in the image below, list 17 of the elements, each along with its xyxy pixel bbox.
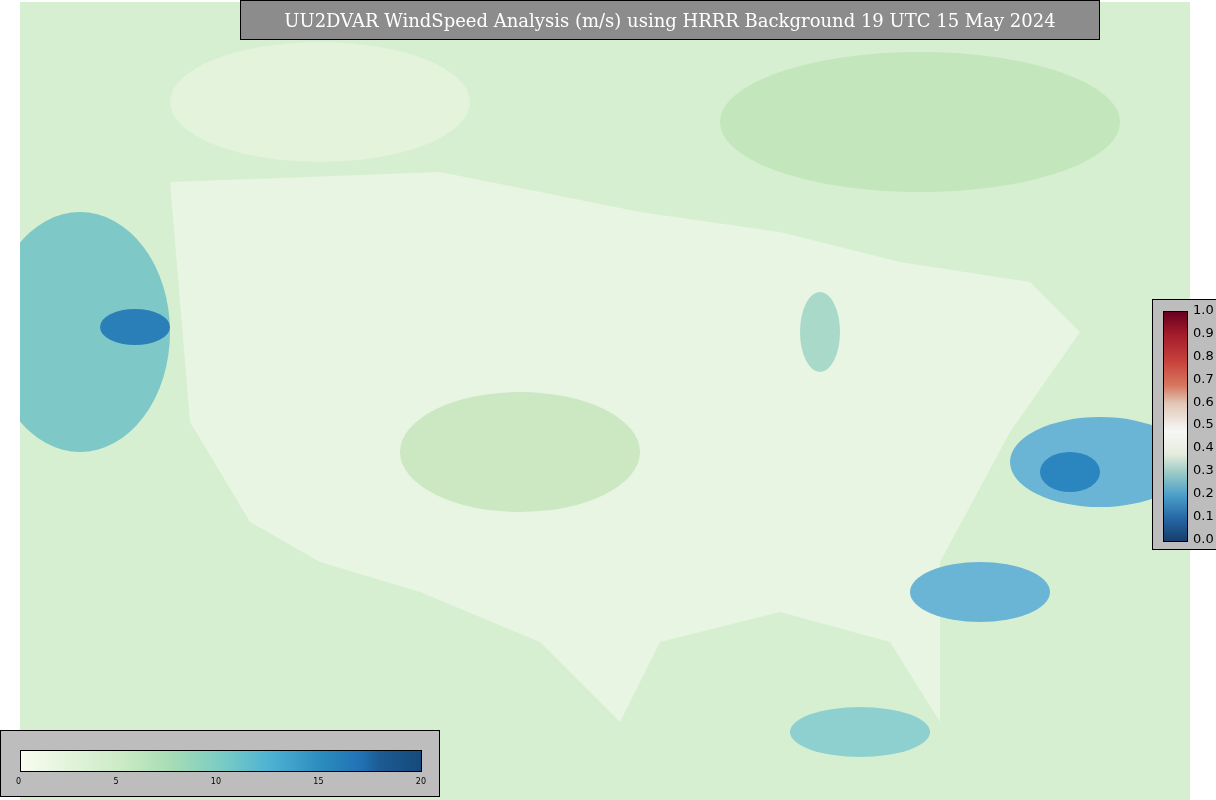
tick-label: 0.7	[1193, 370, 1214, 386]
tick-label: 0	[16, 777, 22, 786]
tick-label: 0.6	[1193, 393, 1214, 409]
tick-label: 10	[210, 777, 221, 786]
tick-label: 0.8	[1193, 347, 1214, 363]
tick-label: 0.5	[1193, 416, 1214, 432]
tick-label: 0.1	[1193, 508, 1214, 523]
tick-label: 20	[415, 777, 426, 786]
tick-label: 0.3	[1193, 462, 1214, 478]
tick-label: 0.0	[1193, 530, 1214, 546]
tick-label: 0.9	[1193, 324, 1214, 340]
tick-label: 5	[113, 777, 119, 786]
tick-label: 0.2	[1193, 485, 1214, 501]
tick-label: 15	[313, 777, 324, 786]
tick-label: 1.0	[1193, 302, 1214, 317]
tick-label: 0.4	[1193, 439, 1214, 455]
map-title: UU2DVAR WindSpeed Analysis (m/s) using HRRR Background 19 UTC 15 May 2024	[240, 0, 1100, 40]
